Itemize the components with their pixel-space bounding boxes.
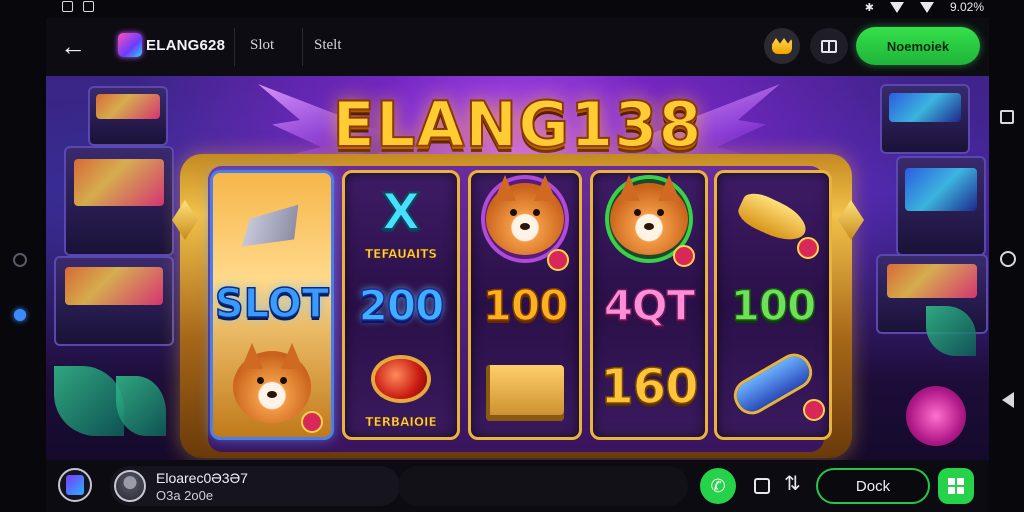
status-time: 9.02% <box>949 0 984 14</box>
primary-action-button[interactable]: Noemoiek <box>856 27 980 65</box>
user-subtitle: O3a 2o0e <box>156 488 214 503</box>
bluetooth-icon: ✱ <box>864 1 874 14</box>
reel-4-value: 4QT <box>603 280 696 331</box>
gold-crate-icon <box>486 365 564 421</box>
avatar <box>114 470 146 502</box>
reel-1: SLOT <box>210 170 334 440</box>
tab-stelt[interactable]: Stelt <box>314 37 342 54</box>
leaf-decoration <box>54 366 124 436</box>
call-button[interactable]: ✆ <box>700 468 736 504</box>
reel-1-label: SLOT <box>214 280 330 328</box>
reel-4-bottom-value: 160 <box>600 358 700 416</box>
divider <box>234 28 235 66</box>
badge-icon <box>803 399 825 421</box>
recents-nav-button[interactable] <box>1000 110 1014 124</box>
reel-2-top-caption: TEFAUAITS <box>364 247 438 262</box>
badge-icon <box>547 249 569 271</box>
flower-decoration <box>906 386 966 446</box>
cat-icon <box>610 183 688 255</box>
app-top-bar: ← ELANG628 Slot Stelt Noemoiek <box>46 18 989 76</box>
user-profile-chip[interactable]: Eloarec0Ə3Ə7 O3a 2o0e <box>110 466 400 506</box>
share-icon[interactable]: ⇅ <box>784 474 801 494</box>
gallery-icon <box>62 1 73 12</box>
game-thumbnail-button[interactable] <box>58 468 92 502</box>
message-input[interactable] <box>398 466 688 506</box>
reel-3-value: 100 <box>482 280 569 331</box>
reel-4: 4QT 160 <box>590 170 708 440</box>
game-icon <box>66 475 84 495</box>
indicator-light <box>14 309 26 321</box>
bottom-bar: Eloarec0Ə3Ə7 O3a 2o0e ✆ ⇅ Dock <box>46 460 989 512</box>
user-name: Eloarec0Ə3Ə7 <box>156 470 248 486</box>
coins-button[interactable] <box>764 28 800 64</box>
reel-2-top-label: X <box>381 182 422 242</box>
device-frame: ✱ 9.02% ← ELANG628 Slot Stelt Noemoiek E… <box>0 0 1024 512</box>
blue-scroll-icon <box>731 351 815 417</box>
ruby-gem-icon <box>375 359 427 399</box>
cat-icon <box>486 183 564 255</box>
reel-5-value: 100 <box>730 280 817 331</box>
arcade-machine <box>54 256 174 346</box>
notification-icon <box>83 1 94 12</box>
split-view-icon <box>821 39 837 53</box>
reel-3: 100 <box>468 170 582 440</box>
reel-2-bottom-caption: TERBAIOIE <box>365 415 437 430</box>
brand-title: ELANG138 <box>331 87 703 162</box>
reel-2-value: 200 <box>358 280 445 331</box>
crystal-dagger-icon <box>232 194 313 264</box>
arcade-machine <box>64 146 174 256</box>
reel-2: X TEFAUAITS 200 TERBAIOIE <box>342 170 460 440</box>
back-arrow-icon[interactable]: ← <box>58 32 88 62</box>
dock-button[interactable]: Dock <box>816 468 930 504</box>
game-banner[interactable]: ELANG138 SLOT X TEFAUAITS 200 TERBAIOIE <box>46 76 989 460</box>
badge-icon <box>301 411 323 433</box>
apps-grid-button[interactable] <box>938 468 974 504</box>
cat-icon <box>233 351 311 423</box>
camera-icon <box>13 253 27 267</box>
status-bar: ✱ 9.02% <box>0 0 1024 16</box>
wifi-icon <box>919 1 934 13</box>
message-icon[interactable] <box>754 478 770 494</box>
app-logo <box>118 33 142 57</box>
reel-5: 100 <box>714 170 832 440</box>
divider <box>302 28 303 66</box>
grid-icon <box>948 478 964 494</box>
app-title: ELANG628 <box>146 37 226 54</box>
badge-icon <box>673 245 695 267</box>
back-nav-button[interactable] <box>1002 392 1014 408</box>
tab-slot[interactable]: Slot <box>250 37 274 54</box>
home-nav-button[interactable] <box>1000 251 1016 267</box>
phone-icon: ✆ <box>710 475 726 496</box>
crown-icon <box>772 38 792 54</box>
badge-icon <box>797 237 819 259</box>
layout-toggle-button[interactable] <box>810 28 848 64</box>
arcade-machine <box>896 156 986 256</box>
signal-icon <box>889 1 904 13</box>
